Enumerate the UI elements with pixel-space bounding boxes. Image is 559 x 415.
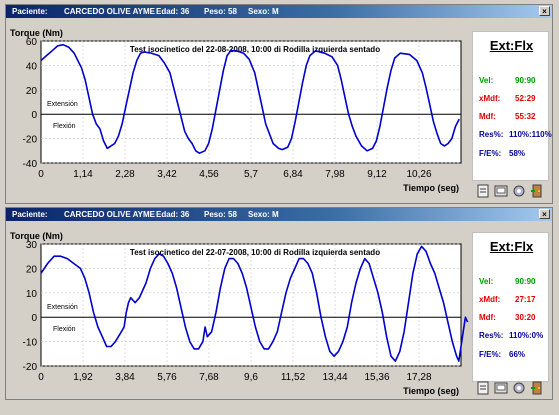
x-tick-label: 0 xyxy=(38,169,44,180)
x-tick-label: 3,42 xyxy=(157,169,177,180)
x-tick-label: 0 xyxy=(38,372,44,383)
stats-header: Ext:Flx xyxy=(489,38,534,53)
x-tick-label: 4,56 xyxy=(199,169,219,180)
patient-window-1: Paciente: CARCEDO OLIVE AYME Edad: 36 Pe… xyxy=(5,4,553,204)
stat-xmdf: xMdf: 27:17 xyxy=(479,295,536,304)
stat-mdf: Mdf: 55:32 xyxy=(479,112,536,121)
x-tick-label: 15,36 xyxy=(364,372,389,383)
weight: Peso: 58 xyxy=(204,210,237,219)
x-axis-label: Tiempo (seg) xyxy=(403,386,459,396)
y-tick-label: -20 xyxy=(23,362,38,373)
settings-icon[interactable] xyxy=(512,380,526,396)
exit-door-icon[interactable] xyxy=(530,380,544,396)
y-tick-label: -10 xyxy=(23,338,38,349)
close-button[interactable]: × xyxy=(539,6,550,16)
stats-header: Ext:Flx xyxy=(489,239,534,254)
y-tick-label: 40 xyxy=(26,61,38,72)
chart-title: Test isocinetico del 22-07-2008, 10:00 d… xyxy=(130,248,380,257)
exit-door-icon[interactable] xyxy=(530,183,544,199)
x-tick-label: 10,26 xyxy=(406,169,431,180)
x-tick-label: 7,68 xyxy=(199,372,219,383)
x-tick-label: 1,14 xyxy=(73,169,93,180)
y-tick-label: -40 xyxy=(23,159,38,170)
y-tick-label: 60 xyxy=(26,37,38,48)
x-tick-label: 13,44 xyxy=(322,372,347,383)
age: Edad: 36 xyxy=(156,7,190,16)
stat-res: Res%: 110%:110% xyxy=(479,130,552,139)
y-tick-label: 20 xyxy=(26,264,38,275)
stat-res: Res%: 110%:0% xyxy=(479,331,544,340)
stat-fe: F/E%: 66% xyxy=(479,350,526,359)
x-tick-label: 2,28 xyxy=(115,169,135,180)
paciente-label: Paciente: xyxy=(12,7,48,16)
close-button[interactable]: × xyxy=(539,209,550,219)
patient-window-2: Paciente: CARCEDO OLIVE AYME Edad: 36 Pe… xyxy=(5,207,553,400)
x-tick-label: 1,92 xyxy=(73,372,93,383)
extension-label: Extensión xyxy=(47,304,78,311)
flexion-label: Flexión xyxy=(53,326,76,333)
stat-fe: F/E%: 58% xyxy=(479,149,526,158)
x-tick-label: 5,76 xyxy=(157,372,177,383)
status-bar xyxy=(0,400,559,415)
sex: Sexo: M xyxy=(248,7,279,16)
y-tick-label: 20 xyxy=(26,86,38,97)
x-axis-label: Tiempo (seg) xyxy=(403,183,459,193)
stat-mdf: Mdf: 30:20 xyxy=(479,313,536,322)
patient-name: CARCEDO OLIVE AYME xyxy=(64,7,155,16)
settings-icon[interactable] xyxy=(512,183,526,199)
x-tick-label: 17,28 xyxy=(406,372,431,383)
document-icon[interactable] xyxy=(476,380,490,396)
y-tick-label: 0 xyxy=(31,313,37,324)
extension-label: Extensión xyxy=(47,101,78,108)
x-tick-label: 9,6 xyxy=(244,372,258,383)
titlebar[interactable]: Paciente: CARCEDO OLIVE AYME Edad: 36 Pe… xyxy=(6,5,552,18)
document-icon[interactable] xyxy=(476,183,490,199)
age: Edad: 36 xyxy=(156,210,190,219)
x-tick-label: 5,7 xyxy=(244,169,258,180)
print-preview-icon[interactable] xyxy=(494,380,508,396)
stat-vel: Vel: 90:90 xyxy=(479,76,536,85)
y-tick-label: 30 xyxy=(26,240,38,251)
chart-title: Test isocinetico del 22-08-2008, 10:00 d… xyxy=(130,45,380,54)
y-tick-label: -20 xyxy=(23,135,38,146)
x-tick-label: 11,52 xyxy=(281,372,306,383)
y-axis-label: Torque (Nm) xyxy=(10,28,63,38)
stat-xmdf: xMdf: 52:29 xyxy=(479,94,536,103)
y-tick-label: 10 xyxy=(26,289,38,300)
x-tick-label: 3,84 xyxy=(115,372,135,383)
stat-vel: Vel: 90:90 xyxy=(479,277,536,286)
titlebar[interactable]: Paciente: CARCEDO OLIVE AYME Edad: 36 Pe… xyxy=(6,208,552,221)
x-tick-label: 7,98 xyxy=(325,169,345,180)
print-preview-icon[interactable] xyxy=(494,183,508,199)
x-tick-label: 6,84 xyxy=(283,169,303,180)
stats-panel: Ext:Flx Vel: 90:90 xMdf: 27:17 Mdf: 30:20 R… xyxy=(472,232,549,382)
patient-name: CARCEDO OLIVE AYME xyxy=(64,210,155,219)
y-axis-label: Torque (Nm) xyxy=(10,231,63,241)
sex: Sexo: M xyxy=(248,210,279,219)
flexion-label: Flexión xyxy=(53,123,76,130)
stats-panel: Ext:Flx Vel: 90:90 xMdf: 52:29 Mdf: 55:32 R… xyxy=(472,31,552,181)
y-tick-label: 0 xyxy=(31,110,37,121)
weight: Peso: 58 xyxy=(204,7,237,16)
torque-chart: -40 -20 0 20 40 60 0 1,14 2,28 3,42 4,56 5,7 6,84 7,9… xyxy=(10,28,462,193)
torque-chart: -20 -10 0 10 20 30 0 1,92 3,84 5,76 7,68 9,6 11,52 13… xyxy=(10,231,469,396)
x-tick-label: 9,12 xyxy=(367,169,387,180)
paciente-label: Paciente: xyxy=(12,210,48,219)
